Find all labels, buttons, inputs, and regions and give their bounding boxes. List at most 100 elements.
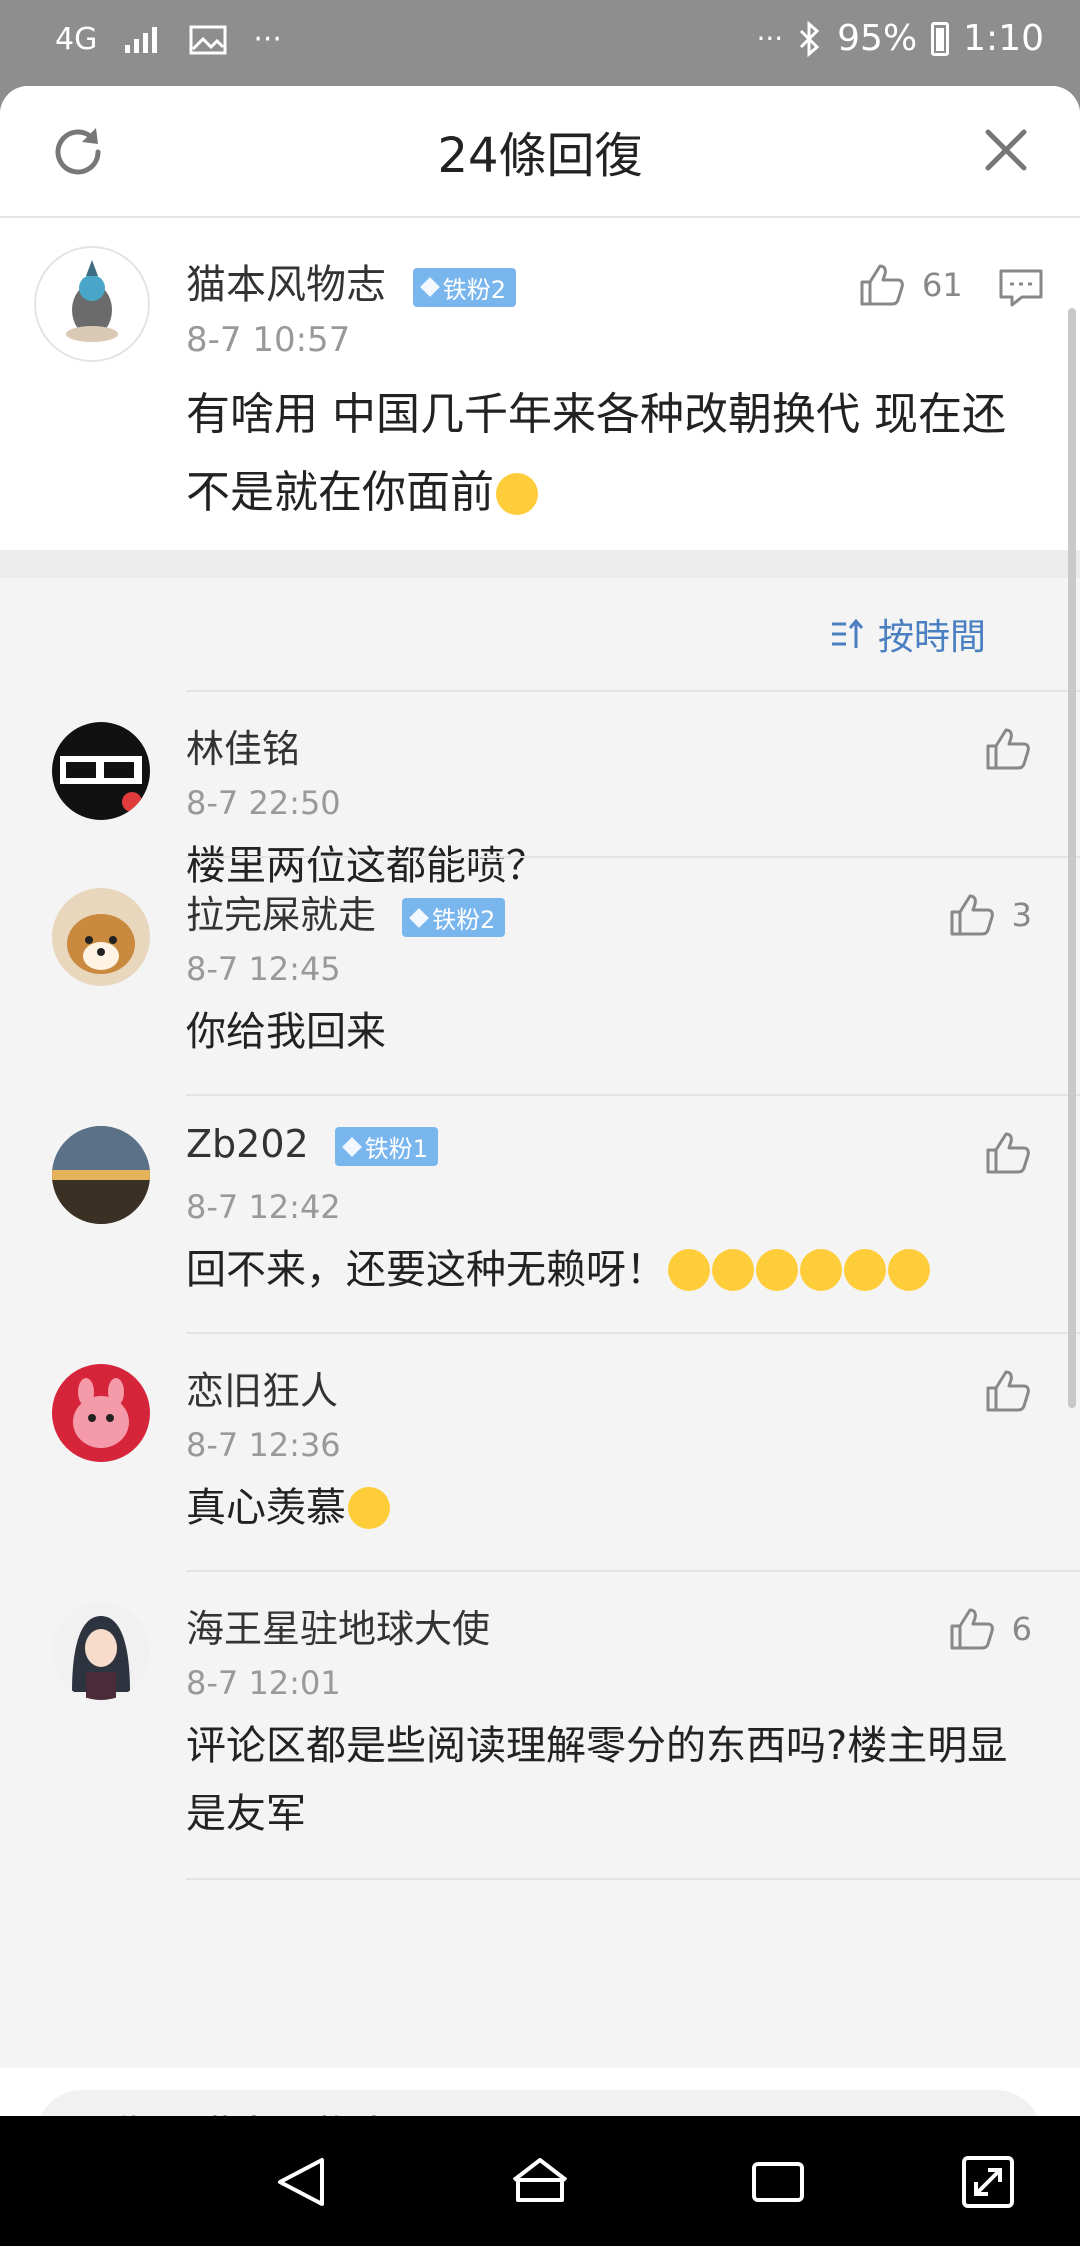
fan-badge: 铁粉2: [402, 898, 506, 937]
avatar[interactable]: [52, 722, 150, 820]
reply-time: 8-7 12:36: [186, 1426, 341, 1464]
sheet-header: 24條回復: [0, 86, 1080, 218]
reply-input[interactable]: [36, 2090, 1042, 2116]
scrollbar[interactable]: [1068, 308, 1076, 1408]
reply-time: 8-7 12:42: [186, 1188, 341, 1226]
avatar-image: [52, 1126, 150, 1224]
sort-icon: [831, 618, 864, 648]
emoji-icon: [712, 1249, 754, 1291]
more-notifications-icon: ···: [253, 22, 282, 57]
comment-time: 8-7 10:57: [186, 320, 351, 360]
comment-text-content: 有啥用 中国几千年来各种改朝换代 现在还不是就在你面前: [186, 389, 1006, 518]
badge-label: 铁粉2: [432, 906, 496, 934]
emoji-icon: [844, 1249, 886, 1291]
reply-bar: [0, 2068, 1080, 2116]
reply-item: 海王星驻地球大使 8-7 12:01 评论区都是些阅读理解零分的东西吗?楼主明显…: [0, 1572, 1080, 1880]
sort-toggle[interactable]: 按時間: [830, 608, 986, 660]
expand-icon[interactable]: [958, 2152, 1018, 2212]
username[interactable]: 猫本风物志: [186, 262, 386, 308]
home-icon[interactable]: [510, 2152, 570, 2212]
username[interactable]: 拉完屎就走: [186, 893, 376, 937]
avatar[interactable]: [34, 246, 150, 362]
comment-icon[interactable]: [998, 268, 1044, 308]
reply-item: Zb202 铁粉1 8-7 12:42 回不来，还要这种无赖呀！: [0, 1096, 1080, 1334]
like-count: 61: [922, 266, 963, 304]
divider: [186, 1878, 1080, 1880]
like-button[interactable]: 61: [858, 262, 963, 308]
like-button[interactable]: [984, 726, 1032, 772]
diamond-icon: [419, 277, 440, 297]
badge-label: 铁粉2: [442, 275, 506, 304]
like-count: 3: [1011, 896, 1032, 934]
like-button[interactable]: [984, 1368, 1032, 1414]
network-indicator: 4G: [55, 22, 98, 57]
back-icon[interactable]: [272, 2152, 332, 2212]
reply-time: 8-7 12:01: [186, 1664, 341, 1702]
battery-percent: 95%: [837, 18, 918, 59]
reply-text: 你给我回来: [186, 1009, 386, 1055]
avatar-image: [72, 1616, 130, 1700]
reply-text: 真心羡慕: [186, 1474, 1016, 1542]
reply-item: 拉完屎就走 铁粉2 8-7 12:45 你给我回来 3: [0, 858, 1080, 1096]
reply-item: 林佳铭 8-7 22:50 楼里两位这都能喷？: [0, 692, 1080, 889]
sort-label: 按時間: [877, 617, 986, 658]
status-left: 4G ···: [55, 22, 282, 57]
thumbs-up-icon: [950, 894, 994, 936]
reply-author[interactable]: 拉完屎就走 铁粉2: [186, 884, 506, 939]
like-button[interactable]: 6: [948, 1606, 1032, 1652]
avatar-image: [67, 914, 135, 974]
username[interactable]: 海王星驻地球大使: [186, 1598, 490, 1653]
thumbs-up-icon: [986, 1132, 1030, 1174]
reply-item: 恋旧狂人 8-7 12:36 真心羡慕: [0, 1334, 1080, 1572]
comment-author[interactable]: 猫本风物志 铁粉2: [186, 252, 516, 310]
status-right: ··· 95% 1:10: [756, 18, 1044, 59]
battery-icon: [931, 21, 950, 56]
reply-text: 评论区都是些阅读理解零分的东西吗?楼主明显是友军: [186, 1723, 1008, 1837]
avatar-image: [73, 1378, 129, 1448]
signal-icon: [125, 26, 158, 53]
more-status-icon: ···: [756, 22, 784, 55]
recents-icon[interactable]: [748, 2152, 808, 2212]
reply-text-content: 回不来，还要这种无赖呀！: [186, 1247, 666, 1293]
avatar[interactable]: [52, 1602, 150, 1700]
avatar[interactable]: [52, 888, 150, 986]
close-icon[interactable]: [982, 126, 1030, 174]
laughing-emoji-icon: [496, 473, 538, 515]
avatar-image: [60, 756, 142, 812]
reply-text-content: 真心羡慕: [186, 1485, 346, 1531]
username[interactable]: 恋旧狂人: [186, 1360, 338, 1415]
clock: 1:10: [963, 18, 1044, 59]
username[interactable]: 林佳铭: [186, 718, 300, 773]
badge-label: 铁粉1: [364, 1135, 429, 1163]
navigation-bar: [0, 2116, 1080, 2246]
fan-badge: 铁粉2: [412, 267, 516, 307]
section-divider: [0, 550, 1080, 578]
image-icon: [189, 25, 227, 54]
avatar[interactable]: [52, 1126, 150, 1224]
avatar[interactable]: [52, 1364, 150, 1462]
thumbs-up-icon: [860, 264, 904, 306]
fan-badge: 铁粉1: [334, 1127, 439, 1166]
emoji-icon: [800, 1249, 842, 1291]
crying-emoji-icon: [348, 1487, 390, 1529]
reply-time: 8-7 12:45: [186, 950, 341, 988]
diamond-icon: [409, 907, 430, 928]
replies-list: 按時間 林佳铭 8-7 22:50 楼里两位这都能喷？ 拉完屎就走 铁粉2 8-…: [0, 578, 1080, 2068]
reply-text: 回不来，还要这种无赖呀！: [186, 1236, 1016, 1304]
avatar-image: [66, 260, 118, 342]
page-title: 24條回復: [437, 128, 643, 184]
main-comment: 猫本风物志 铁粉2 8-7 10:57 61 有啥用 中国几千年来各种改朝换代 …: [0, 218, 1080, 550]
comment-text: 有啥用 中国几千年来各种改朝换代 现在还不是就在你面前: [186, 376, 1036, 532]
thumbs-up-icon: [950, 1608, 994, 1650]
like-button[interactable]: [984, 1130, 1032, 1176]
reply-time: 8-7 22:50: [186, 784, 341, 822]
emoji-icon: [668, 1249, 710, 1291]
thumbs-up-icon: [986, 1370, 1030, 1412]
like-count: 6: [1011, 1610, 1032, 1648]
status-bar: 4G ··· ··· 95% 1:10: [0, 0, 1080, 86]
like-button[interactable]: 3: [948, 892, 1032, 938]
username[interactable]: Zb202: [186, 1122, 309, 1166]
bluetooth-icon: [800, 20, 820, 57]
reply-author[interactable]: Zb202 铁粉1: [186, 1122, 439, 1166]
emoji-icon: [888, 1249, 930, 1291]
